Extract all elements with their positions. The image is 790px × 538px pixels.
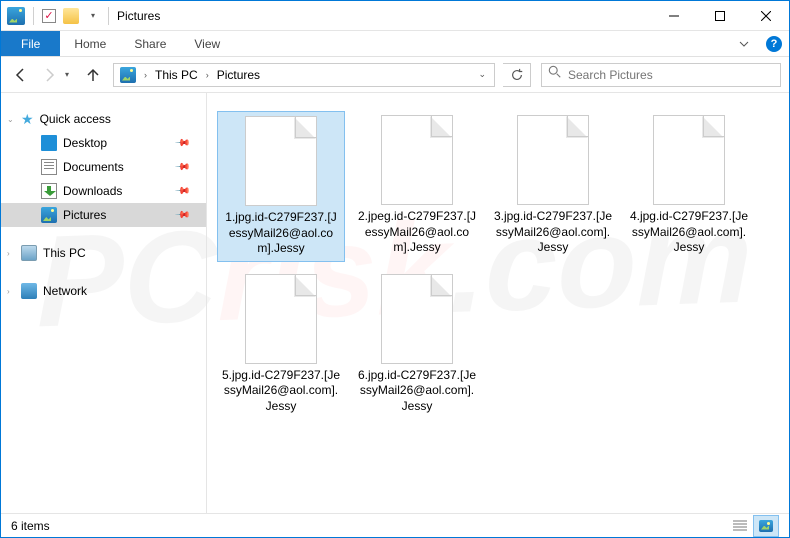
sidebar: ⌄ ★ Quick access Desktop 📌 Documents 📌 D… xyxy=(1,93,207,513)
file-icon xyxy=(245,116,317,206)
file-item[interactable]: 5.jpg.id-C279F237.[JessyMail26@aol.com].… xyxy=(217,270,345,419)
pc-icon xyxy=(21,245,37,261)
ribbon-expand[interactable] xyxy=(729,31,759,56)
file-item[interactable]: 6.jpg.id-C279F237.[JessyMail26@aol.com].… xyxy=(353,270,481,419)
view-large-icons-button[interactable] xyxy=(753,515,779,537)
maximize-button[interactable] xyxy=(697,1,743,31)
minimize-button[interactable] xyxy=(651,1,697,31)
breadcrumb[interactable]: › This PC › Pictures ⌄ xyxy=(113,63,495,87)
chevron-right-icon[interactable]: › xyxy=(7,249,10,258)
file-icon xyxy=(653,115,725,205)
item-count: 6 items xyxy=(11,519,50,533)
sidebar-label: This PC xyxy=(43,246,86,260)
sidebar-label: Network xyxy=(43,284,87,298)
file-name: 2.jpeg.id-C279F237.[JessyMail26@aol.com]… xyxy=(357,209,477,256)
sidebar-item-label: Desktop xyxy=(63,136,107,150)
sidebar-this-pc[interactable]: › This PC xyxy=(1,241,206,265)
tab-share[interactable]: Share xyxy=(120,31,180,56)
forward-button[interactable] xyxy=(37,63,61,87)
file-name: 6.jpg.id-C279F237.[JessyMail26@aol.com].… xyxy=(357,368,477,415)
sidebar-network[interactable]: › Network xyxy=(1,279,206,303)
file-name: 4.jpg.id-C279F237.[JessyMail26@aol.com].… xyxy=(629,209,749,256)
qat-properties[interactable]: ✓ xyxy=(38,5,60,27)
ribbon: File Home Share View ? xyxy=(1,31,789,57)
statusbar: 6 items xyxy=(1,513,789,537)
sidebar-item-label: Documents xyxy=(63,160,124,174)
window-title: Pictures xyxy=(117,9,160,23)
thumbnails-icon xyxy=(759,520,773,532)
breadcrumb-pictures[interactable]: Pictures xyxy=(213,68,264,82)
network-icon xyxy=(21,283,37,299)
sidebar-item-label: Pictures xyxy=(63,208,106,222)
pin-icon: 📌 xyxy=(173,207,190,224)
breadcrumb-dropdown[interactable]: ⌄ xyxy=(472,69,492,80)
recent-locations[interactable]: ▾ xyxy=(65,70,77,79)
help-button[interactable]: ? xyxy=(759,31,789,56)
file-tab[interactable]: File xyxy=(1,31,60,56)
navbar: ▾ › This PC › Pictures ⌄ xyxy=(1,57,789,93)
tab-home[interactable]: Home xyxy=(60,31,120,56)
search-input[interactable] xyxy=(568,68,774,82)
sidebar-item-downloads[interactable]: Downloads 📌 xyxy=(1,179,206,203)
sidebar-quick-access[interactable]: ⌄ ★ Quick access xyxy=(1,107,206,131)
sidebar-label: Quick access xyxy=(40,112,111,126)
file-icon xyxy=(381,274,453,364)
app-icon xyxy=(7,7,25,25)
file-item[interactable]: 3.jpg.id-C279F237.[JessyMail26@aol.com].… xyxy=(489,111,617,262)
sidebar-item-pictures[interactable]: Pictures 📌 xyxy=(1,203,206,227)
file-icon xyxy=(245,274,317,364)
chevron-right-icon[interactable]: › xyxy=(202,70,213,80)
qat-customize[interactable]: ▾ xyxy=(82,5,104,27)
chevron-right-icon[interactable]: › xyxy=(7,287,10,296)
help-icon: ? xyxy=(766,36,782,52)
pin-icon: 📌 xyxy=(173,135,190,152)
file-pane[interactable]: 1.jpg.id-C279F237.[JessyMail26@aol.com].… xyxy=(207,93,789,513)
downloads-icon xyxy=(41,183,57,199)
sidebar-item-documents[interactable]: Documents 📌 xyxy=(1,155,206,179)
star-icon: ★ xyxy=(21,112,34,126)
chevron-right-icon[interactable]: › xyxy=(140,70,151,80)
chevron-down-icon[interactable]: ⌄ xyxy=(7,115,14,124)
separator xyxy=(33,7,34,25)
file-name: 5.jpg.id-C279F237.[JessyMail26@aol.com].… xyxy=(221,368,341,415)
close-button[interactable] xyxy=(743,1,789,31)
file-item[interactable]: 4.jpg.id-C279F237.[JessyMail26@aol.com].… xyxy=(625,111,753,262)
sidebar-item-desktop[interactable]: Desktop 📌 xyxy=(1,131,206,155)
pin-icon: 📌 xyxy=(173,183,190,200)
file-name: 1.jpg.id-C279F237.[JessyMail26@aol.com].… xyxy=(222,210,340,257)
file-item[interactable]: 1.jpg.id-C279F237.[JessyMail26@aol.com].… xyxy=(217,111,345,262)
back-button[interactable] xyxy=(9,63,33,87)
file-icon xyxy=(381,115,453,205)
pictures-icon xyxy=(41,207,57,223)
refresh-button[interactable] xyxy=(503,63,531,87)
sidebar-item-label: Downloads xyxy=(63,184,122,198)
file-item[interactable]: 2.jpeg.id-C279F237.[JessyMail26@aol.com]… xyxy=(353,111,481,262)
file-name: 3.jpg.id-C279F237.[JessyMail26@aol.com].… xyxy=(493,209,613,256)
location-icon xyxy=(120,67,136,83)
tab-view[interactable]: View xyxy=(180,31,234,56)
documents-icon xyxy=(41,159,57,175)
search-box[interactable] xyxy=(541,63,781,87)
qat-new-folder[interactable] xyxy=(60,5,82,27)
titlebar: ✓ ▾ Pictures xyxy=(1,1,789,31)
file-icon xyxy=(517,115,589,205)
desktop-icon xyxy=(41,135,57,151)
search-icon xyxy=(548,65,562,84)
separator xyxy=(108,7,109,25)
breadcrumb-thispc[interactable]: This PC xyxy=(151,68,202,82)
view-details-button[interactable] xyxy=(727,515,753,537)
pin-icon: 📌 xyxy=(173,159,190,176)
up-button[interactable] xyxy=(81,63,105,87)
